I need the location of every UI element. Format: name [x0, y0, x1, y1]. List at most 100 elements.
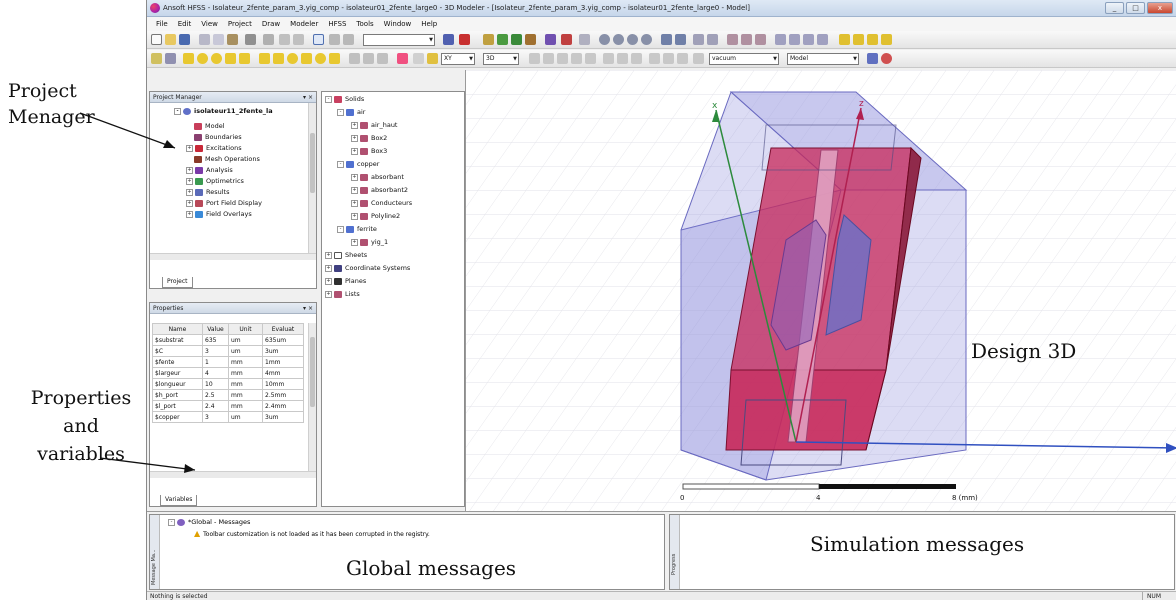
- tree-object[interactable]: + Box2: [351, 133, 387, 144]
- boolean-unite-icon[interactable]: [529, 53, 540, 64]
- cell-value[interactable]: 3: [202, 345, 229, 357]
- expand-icon[interactable]: +: [325, 251, 332, 259]
- table-row[interactable]: $largeur 4 mm 4mm: [152, 367, 304, 379]
- boolean-intersect-icon[interactable]: [557, 53, 568, 64]
- message-warning-row[interactable]: ▲ Toolbar customization is not loaded as …: [194, 528, 430, 539]
- expand-icon[interactable]: +: [351, 134, 358, 142]
- properties-hscrollbar[interactable]: [150, 471, 316, 478]
- cell-unit[interactable]: mm: [228, 378, 263, 390]
- solid-sphere-icon[interactable]: [287, 53, 298, 64]
- box-draw-icon[interactable]: [483, 34, 494, 45]
- table-row[interactable]: $C 3 um 3um: [152, 345, 304, 357]
- face-cs-icon[interactable]: [363, 53, 374, 64]
- validate-icon[interactable]: [443, 34, 454, 45]
- expand-icon[interactable]: +: [325, 277, 332, 285]
- pin-close-icon[interactable]: ▾ ×: [303, 303, 313, 314]
- pointer-icon[interactable]: [151, 53, 162, 64]
- cell-unit[interactable]: mm: [228, 367, 263, 379]
- draw-circle-icon[interactable]: [197, 53, 208, 64]
- cone-draw-icon[interactable]: [525, 34, 536, 45]
- expand-icon[interactable]: +: [325, 264, 332, 272]
- view-front-icon[interactable]: [741, 34, 752, 45]
- imprint-icon[interactable]: [585, 53, 596, 64]
- tree-planes[interactable]: + Planes: [325, 276, 366, 287]
- plane-select[interactable]: XY: [441, 53, 475, 65]
- cell-unit[interactable]: mm: [228, 356, 263, 368]
- view-select[interactable]: 3D: [483, 53, 519, 65]
- project-hscrollbar[interactable]: [150, 253, 316, 260]
- help-pointer-icon[interactable]: [165, 53, 176, 64]
- tree-item-optimetrics[interactable]: + Optimetrics: [186, 176, 244, 187]
- tree-object[interactable]: + absorbant: [351, 172, 404, 183]
- draw-ellipse-icon[interactable]: [211, 53, 222, 64]
- tree-item-analysis[interactable]: + Analysis: [186, 165, 233, 176]
- tree-item-boundaries[interactable]: Boundaries: [194, 132, 242, 143]
- collapse-icon[interactable]: -: [337, 160, 344, 168]
- cell-unit[interactable]: mm: [228, 389, 263, 401]
- redo-icon[interactable]: [293, 34, 304, 45]
- expand-icon[interactable]: +: [186, 177, 193, 185]
- expand-icon[interactable]: +: [351, 212, 358, 220]
- collapse-icon[interactable]: -: [325, 95, 332, 103]
- expand-icon[interactable]: +: [351, 238, 358, 246]
- close-button[interactable]: x: [1147, 2, 1173, 14]
- menu-window[interactable]: Window: [379, 17, 417, 31]
- shade-smooth-icon[interactable]: [803, 34, 814, 45]
- fit-selection-icon[interactable]: [707, 34, 718, 45]
- tree-solids[interactable]: - Solids: [325, 94, 364, 105]
- shade-wire-icon[interactable]: [775, 34, 786, 45]
- properties-vscrollbar[interactable]: [308, 323, 316, 471]
- cover-icon[interactable]: [663, 53, 674, 64]
- toolbar-combo-empty[interactable]: [363, 34, 435, 46]
- col-unit[interactable]: Unit: [228, 323, 263, 335]
- collapse-icon[interactable]: -: [337, 225, 344, 233]
- tree-item-field-overlays[interactable]: + Field Overlays: [186, 209, 252, 220]
- tab-variables[interactable]: Variables: [160, 495, 198, 506]
- tree-coordinate-systems[interactable]: + Coordinate Systems: [325, 263, 410, 274]
- material-icon[interactable]: [693, 53, 704, 64]
- menu-tools[interactable]: Tools: [351, 17, 378, 31]
- expand-icon[interactable]: +: [351, 121, 358, 129]
- cell-value[interactable]: 3: [202, 411, 229, 423]
- tree-object[interactable]: + air_haut: [351, 120, 397, 131]
- cell-name[interactable]: $h_port: [152, 389, 203, 401]
- mode-select[interactable]: Model: [787, 53, 859, 65]
- cell-name[interactable]: $longueur: [152, 378, 203, 390]
- menu-modeler[interactable]: Modeler: [285, 17, 323, 31]
- expand-icon[interactable]: +: [351, 186, 358, 194]
- menu-view[interactable]: View: [196, 17, 223, 31]
- cell-name[interactable]: $l_port: [152, 400, 203, 412]
- cell-name[interactable]: $copper: [152, 411, 203, 423]
- collapse-icon[interactable]: -: [174, 107, 181, 115]
- cell-value[interactable]: 1: [202, 356, 229, 368]
- tree-item-excitations[interactable]: + Excitations: [186, 143, 242, 154]
- expand-icon[interactable]: +: [325, 290, 332, 298]
- analyze-icon[interactable]: [459, 34, 470, 45]
- grid-dot-icon[interactable]: [413, 53, 424, 64]
- rotate-view-icon[interactable]: [613, 34, 624, 45]
- tree-item-mesh[interactable]: Mesh Operations: [194, 154, 260, 165]
- select-icon[interactable]: [313, 34, 324, 45]
- message-root[interactable]: - *Global - Messages: [168, 517, 250, 528]
- draw-rect-icon[interactable]: [183, 53, 194, 64]
- menu-help[interactable]: Help: [416, 17, 442, 31]
- solid-cone-icon[interactable]: [301, 53, 312, 64]
- draw-region-icon[interactable]: [239, 53, 250, 64]
- solid-cyl-icon[interactable]: [273, 53, 284, 64]
- relative-cs-icon[interactable]: [349, 53, 360, 64]
- view-right-icon[interactable]: [755, 34, 766, 45]
- tree-object[interactable]: + absorbant2: [351, 185, 408, 196]
- fit-all-icon[interactable]: [693, 34, 704, 45]
- zoom-out-icon[interactable]: [675, 34, 686, 45]
- delete-icon[interactable]: [263, 34, 274, 45]
- modeler-3d-viewport[interactable]: x z 0 4 8 (mm) Design 3D: [465, 70, 1176, 511]
- cylinder-draw-icon[interactable]: [497, 34, 508, 45]
- viewport-canvas[interactable]: x z 0 4 8 (mm): [466, 70, 1176, 511]
- expand-icon[interactable]: +: [186, 210, 193, 218]
- color-icon[interactable]: [881, 53, 892, 64]
- field-icon[interactable]: [579, 34, 590, 45]
- col-value[interactable]: Value: [202, 323, 229, 335]
- material-select[interactable]: vacuum: [709, 53, 779, 65]
- table-row[interactable]: $longueur 10 mm 10mm: [152, 378, 304, 390]
- expand-icon[interactable]: +: [186, 188, 193, 196]
